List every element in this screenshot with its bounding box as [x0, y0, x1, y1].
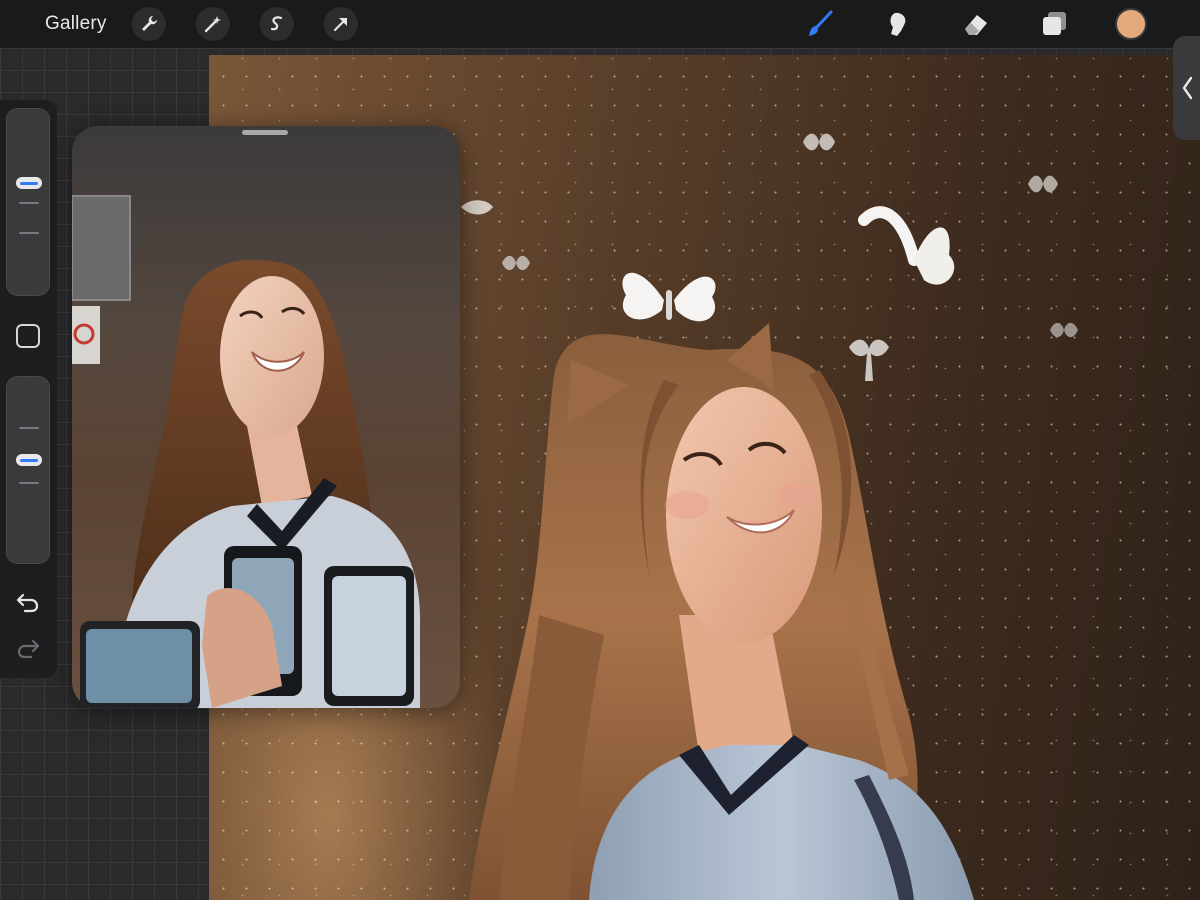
eraser-tool[interactable] — [960, 8, 992, 40]
butterfly-small — [461, 200, 493, 215]
brush-size-slider-thumb[interactable] — [16, 177, 42, 189]
brush-size-slider[interactable] — [6, 108, 50, 296]
slider-tick — [19, 202, 39, 204]
butterfly-small — [849, 339, 889, 381]
transform-arrow-icon — [333, 18, 347, 32]
opacity-slider[interactable] — [6, 376, 50, 564]
slider-tick — [19, 482, 39, 484]
layers-button[interactable] — [1038, 8, 1070, 40]
reference-photo — [72, 195, 421, 708]
undo-button[interactable] — [14, 588, 42, 616]
redo-button[interactable] — [14, 634, 42, 662]
layers-icon — [1043, 12, 1066, 35]
reference-window[interactable] — [72, 126, 460, 708]
chevron-left-icon — [1182, 76, 1192, 100]
gallery-button[interactable]: Gallery — [45, 13, 107, 35]
butterfly-large — [622, 272, 716, 322]
slider-tick — [19, 232, 39, 234]
undo-icon — [16, 593, 39, 613]
smudge-icon — [890, 12, 906, 36]
slider-tick — [19, 427, 39, 429]
top-toolbar: Gallery — [0, 0, 1200, 48]
color-picker-button[interactable] — [1115, 8, 1147, 40]
adjustments-button[interactable] — [196, 7, 230, 41]
modify-button[interactable] — [16, 324, 40, 348]
wrench-icon — [142, 16, 157, 31]
side-panel-toggle[interactable] — [1173, 36, 1200, 140]
left-sidebar — [0, 100, 57, 678]
butterfly-small — [803, 133, 835, 151]
butterfly-small — [1028, 175, 1058, 193]
actions-button[interactable] — [132, 7, 166, 41]
opacity-slider-thumb[interactable] — [16, 454, 42, 466]
selection-button[interactable] — [260, 7, 294, 41]
butterfly-small — [1050, 322, 1078, 338]
selection-icon — [270, 16, 283, 31]
redo-icon — [17, 639, 40, 659]
eraser-icon — [965, 15, 987, 35]
butterfly-ribbon — [858, 206, 955, 285]
smudge-tool[interactable] — [882, 8, 914, 40]
transform-button[interactable] — [324, 7, 358, 41]
brush-tool[interactable] — [804, 8, 836, 40]
magic-wand-icon — [204, 16, 221, 33]
brush-icon — [809, 10, 833, 36]
butterfly-small — [502, 255, 530, 271]
